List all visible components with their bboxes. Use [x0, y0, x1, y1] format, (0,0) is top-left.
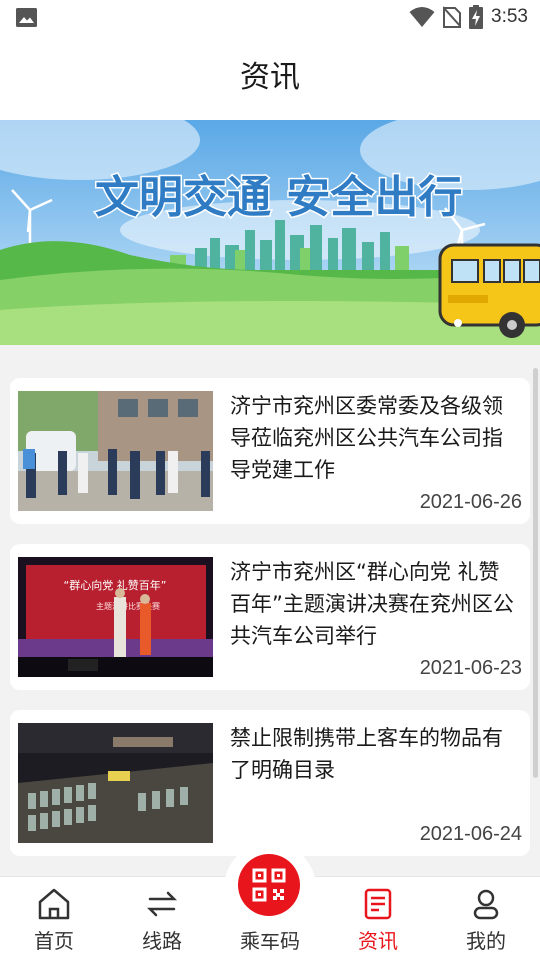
tab-home[interactable]: 首页 — [0, 877, 108, 960]
wifi-icon — [409, 7, 435, 27]
news-title: 济宁市兖州区“群心向党 礼赞百年”主题演讲决赛在兖州区公共汽车公司举行 — [230, 560, 514, 648]
status-bar: 3:53 — [0, 0, 540, 36]
news-item[interactable]: 济宁市兖州区委常委及各级领导莅临兖州区公共汽车公司指导党建工作 2021-06-… — [10, 378, 530, 524]
news-title: 禁止限制携带上客车的物品有了明确目录 — [230, 726, 503, 782]
news-item[interactable]: 禁止限制携带上客车的物品有了明确目录 2021-06-24 — [10, 710, 530, 856]
home-icon — [38, 888, 70, 920]
news-date: 2021-06-26 — [419, 491, 522, 513]
scrollbar[interactable] — [533, 368, 538, 778]
bus-illustration — [438, 243, 540, 338]
tab-route[interactable]: 线路 — [108, 877, 216, 960]
news-date: 2021-06-23 — [419, 657, 522, 679]
news-item[interactable]: “群心向党 礼赞百年” 主题演讲比赛决赛 济宁市兖州区“群心向党 礼赞百年”主题… — [10, 544, 530, 690]
stage-backdrop-text: “群心向党 礼赞百年” — [64, 578, 167, 592]
tab-label: 首页 — [34, 929, 74, 953]
news-thumbnail — [18, 391, 213, 511]
banner-slogan: 文明交通 安全出行 — [95, 172, 462, 223]
status-time: 3:53 — [491, 6, 528, 27]
route-icon — [146, 891, 178, 917]
news-thumbnail — [18, 723, 213, 843]
banner-illustration: 文明交通 安全出行 — [0, 120, 540, 345]
banner[interactable]: 文明交通 安全出行 — [0, 120, 540, 345]
news-icon — [364, 888, 392, 920]
profile-icon — [473, 889, 499, 920]
news-title: 济宁市兖州区委常委及各级领导莅临兖州区公共汽车公司指导党建工作 — [230, 394, 503, 482]
news-date: 2021-06-24 — [419, 823, 522, 845]
header: 资讯 — [0, 36, 540, 120]
battery-charging-icon — [469, 5, 484, 29]
tab-news[interactable]: 资讯 — [324, 877, 432, 960]
tab-label: 资讯 — [358, 929, 398, 953]
no-sim-icon — [443, 6, 462, 28]
news-list: 济宁市兖州区委常委及各级领导莅临兖州区公共汽车公司指导党建工作 2021-06-… — [10, 378, 530, 876]
tab-label: 我的 — [466, 929, 506, 953]
tab-label: 线路 — [142, 929, 182, 953]
qr-code-icon — [252, 868, 286, 902]
tab-profile[interactable]: 我的 — [432, 877, 540, 960]
gallery-notification-icon — [16, 8, 37, 27]
page-title: 资讯 — [240, 60, 300, 95]
news-thumbnail: “群心向党 礼赞百年” 主题演讲比赛决赛 — [18, 557, 213, 677]
qr-code-button[interactable] — [238, 854, 300, 916]
